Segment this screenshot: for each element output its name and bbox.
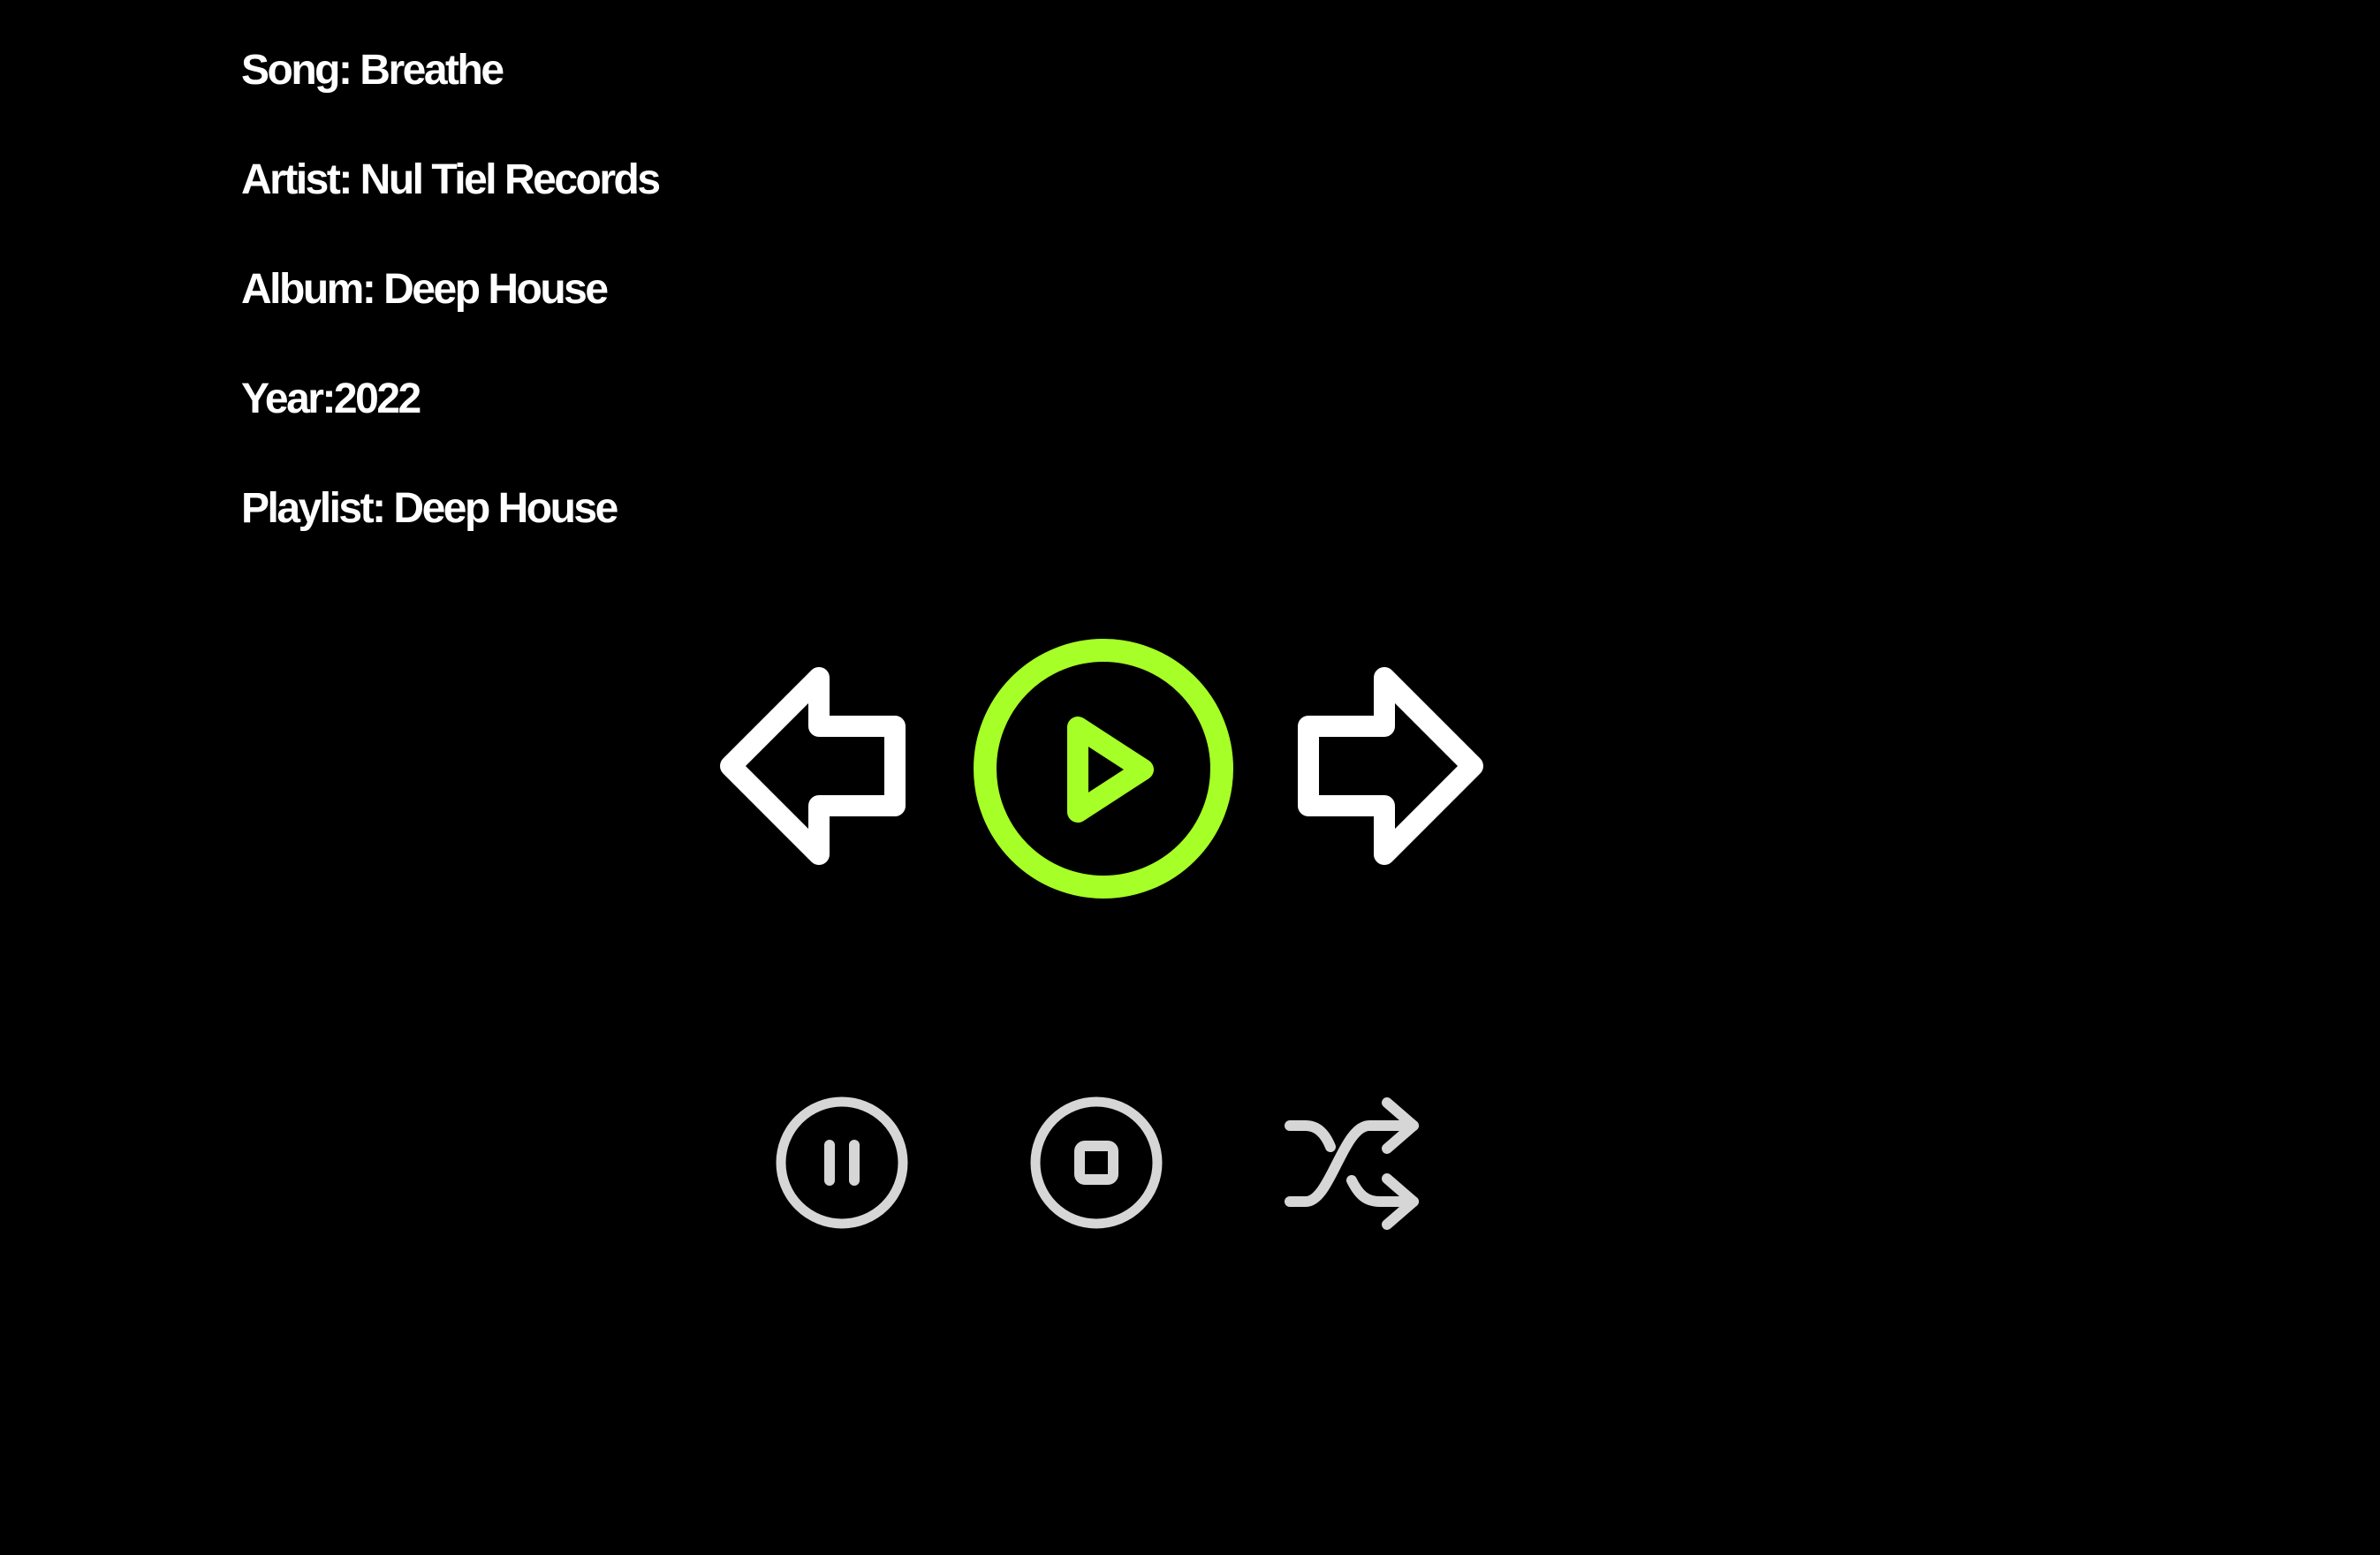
play-circle-icon (974, 639, 1233, 899)
previous-button[interactable] (720, 667, 909, 865)
arrow-right-icon (1298, 667, 1483, 865)
year-label: Year:2022 (241, 375, 421, 422)
song-label: Song: Breathe (241, 47, 504, 94)
next-button[interactable] (1294, 667, 1483, 865)
album-label: Album: Deep House (241, 266, 609, 313)
shuffle-button[interactable] (1281, 1096, 1422, 1230)
pause-button[interactable] (775, 1096, 909, 1230)
artist-label: Artist: Nul Tiel Records (241, 156, 661, 203)
track-info: Song: Breathe Artist: Nul Tiel Records A… (241, 44, 661, 592)
stop-circle-icon (1030, 1096, 1163, 1229)
shuffle-icon (1285, 1097, 1419, 1230)
pause-circle-icon (776, 1096, 908, 1229)
stop-button[interactable] (1029, 1096, 1163, 1230)
playlist-label: Playlist: Deep House (241, 485, 618, 532)
arrow-left-icon (720, 667, 906, 865)
play-button[interactable] (973, 638, 1234, 899)
